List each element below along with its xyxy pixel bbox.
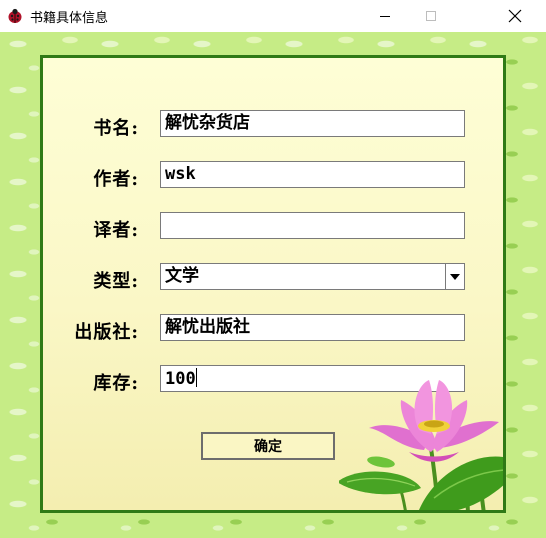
- type-select-value: 文学: [165, 266, 199, 286]
- translator-label: 译者:: [93, 220, 139, 241]
- translator-field[interactable]: [160, 212, 465, 239]
- type-label: 类型:: [93, 271, 139, 292]
- book-name-label: 书名:: [93, 118, 139, 139]
- maximize-button[interactable]: [408, 0, 454, 32]
- maximize-icon: [426, 11, 436, 21]
- title-bar: 书籍具体信息: [0, 0, 546, 33]
- ladybug-icon: [7, 8, 23, 24]
- window-title: 书籍具体信息: [30, 11, 109, 26]
- book-info-panel: 书名: 解忧杂货店 作者: wsk 译者: 类型: 文学 出版社: 解忧出版社 …: [40, 55, 506, 513]
- author-field[interactable]: wsk: [160, 161, 465, 188]
- book-name-field[interactable]: 解忧杂货店: [160, 110, 465, 137]
- publisher-field[interactable]: 解忧出版社: [160, 314, 465, 341]
- dropdown-arrow-icon[interactable]: [445, 264, 464, 289]
- minimize-icon: [380, 16, 390, 17]
- minimize-button[interactable]: [362, 0, 408, 32]
- stock-value: 100: [165, 369, 196, 389]
- close-button[interactable]: [492, 0, 538, 32]
- publisher-label: 出版社:: [74, 322, 139, 343]
- close-icon: [508, 9, 522, 23]
- confirm-button[interactable]: 确定: [201, 432, 335, 460]
- lotus-flower-icon: [339, 380, 503, 510]
- stock-label: 库存:: [93, 373, 139, 394]
- author-label: 作者:: [93, 169, 139, 190]
- type-select[interactable]: 文学: [160, 263, 465, 290]
- text-caret: [195, 368, 197, 387]
